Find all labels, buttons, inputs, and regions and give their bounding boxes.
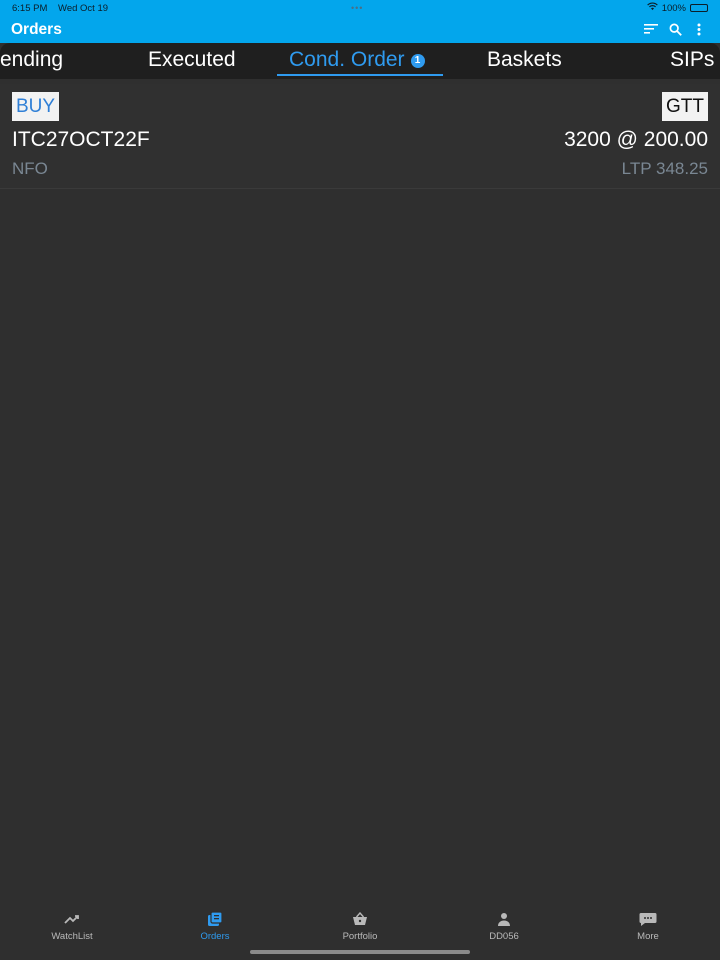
tab-executed[interactable]: Executed [148,48,236,72]
nav-more-label: More [637,931,659,942]
trend-icon [63,910,81,928]
status-time-text: 6:15 PM [12,3,48,14]
nav-portfolio-label: Portfolio [342,931,378,942]
nav-watchlist-label: WatchList [51,931,93,942]
user-icon [495,910,513,928]
search-icon[interactable] [668,22,682,36]
multitasking-dots-icon[interactable]: ••• [351,3,363,13]
order-side-badge: BUY [12,92,60,121]
nav-account[interactable]: DD056 [449,910,559,942]
tab-pending[interactable]: ending [0,48,63,72]
active-tab-indicator [277,74,443,76]
chat-more-icon [639,910,657,928]
tab-baskets[interactable]: Baskets [487,48,562,72]
nav-watchlist[interactable]: WatchList [17,910,127,942]
nav-more[interactable]: More [593,910,703,942]
battery-percent: 100% [661,2,686,14]
order-row[interactable]: BUY GTT ITC27OCT22F 3200 @ 200.00 NFO LT… [0,84,720,189]
order-qty-price: 3200 @ 200.00 [564,128,708,151]
home-indicator[interactable] [250,950,470,954]
tab-sips[interactable]: SIPs [670,48,714,72]
order-symbol: ITC27OCT22F [12,128,150,151]
page-title: Orders [11,21,62,38]
sort-icon[interactable] [644,22,658,36]
tab-cond-order[interactable]: Cond. Order 1 [289,48,425,72]
tab-count-badge: 1 [410,54,425,68]
nav-orders[interactable]: Orders [160,910,270,942]
header-actions [644,22,706,36]
nav-orders-label: Orders [200,931,230,942]
order-ltp: LTP 348.25 [621,159,708,178]
status-time: 6:15 PM Wed Oct 19 [12,3,108,14]
status-date: Wed Oct 19 [58,3,109,14]
order-type-badge: GTT [662,92,708,121]
more-vertical-icon[interactable] [692,22,706,36]
status-right: 100% [646,2,708,14]
basket-icon [351,910,369,928]
tab-cond-order-label: Cond. Order [289,48,405,71]
nav-account-label: DD056 [489,931,519,942]
orders-icon [206,910,224,928]
battery-icon [690,4,708,12]
order-exchange: NFO [12,159,48,178]
wifi-icon [646,2,658,14]
app-header: 6:15 PM Wed Oct 19 ••• 100% Orders [0,0,720,43]
nav-portfolio[interactable]: Portfolio [305,910,415,942]
order-tabs: ending Executed Cond. Order 1 Baskets SIP… [0,43,720,79]
